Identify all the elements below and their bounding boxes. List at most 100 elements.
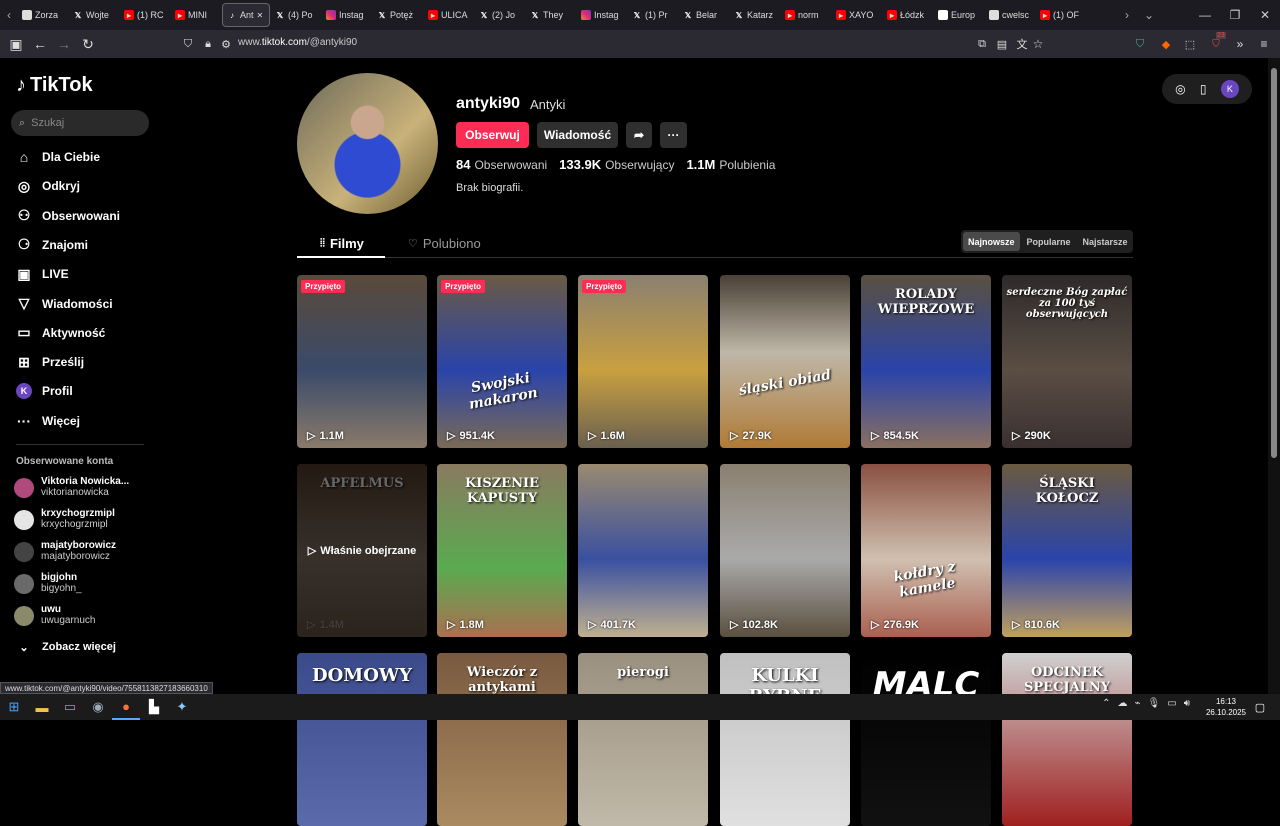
sidebar-item-messages[interactable]: ▽ Wiadomości — [16, 293, 113, 315]
sidebar-item-activity[interactable]: ▭ Aktywność — [16, 322, 105, 344]
video-thumbnail[interactable]: pierogi — [578, 653, 708, 826]
browser-tab[interactable]: 𝕏 Katarz — [730, 3, 780, 27]
restore-icon[interactable]: ❐ — [1220, 0, 1250, 30]
browser-tab[interactable]: 𝕏 They — [526, 3, 576, 27]
account-avatar[interactable]: K — [1220, 80, 1239, 98]
followed-account[interactable]: bigjohn bigyohn_ — [14, 572, 82, 595]
video-thumbnail[interactable]: APFELMUS▷1.4M▷Właśnie obejrzane — [297, 464, 427, 637]
share-button[interactable]: ➦ — [626, 122, 652, 148]
video-thumbnail[interactable]: ODCINEK SPECJALNY — [1002, 653, 1132, 826]
sidebar-item-more[interactable]: ··· Więcej — [16, 410, 80, 432]
cloud-icon[interactable]: ☁ — [1118, 698, 1128, 709]
search-box[interactable]: ⌕ — [11, 110, 149, 136]
browser-tab[interactable]: Instag — [322, 3, 372, 27]
sidebar-item-profile[interactable]: K Profil — [16, 380, 73, 402]
sort-popular-button[interactable]: Popularne — [1022, 232, 1076, 251]
mobile-icon[interactable]: ▯ — [1200, 82, 1207, 96]
follow-button[interactable]: Obserwuj — [456, 122, 529, 148]
following-stat[interactable]: 84 Obserwowani — [456, 157, 547, 172]
profile-avatar[interactable] — [297, 73, 438, 214]
browser-tab[interactable]: Instag — [577, 3, 627, 27]
notifications-icon[interactable]: ▢ — [1246, 694, 1274, 720]
video-thumbnail[interactable]: DOMOWY — [297, 653, 427, 826]
url-field[interactable]: www.tiktok.com/@antyki90 — [238, 37, 357, 48]
sort-oldest-button[interactable]: Najstarsze — [1078, 232, 1133, 251]
volume-icon[interactable]: 🔊︎ — [1184, 698, 1190, 709]
close-tab-icon[interactable]: ✕ — [257, 11, 264, 20]
sidebar-item-upload[interactable]: ⊞ Prześlij — [16, 351, 84, 373]
menu-icon[interactable]: ≡ — [1252, 32, 1276, 56]
browser-tab[interactable]: ♪ Ant ✕ — [222, 3, 270, 27]
browser-tab[interactable]: cwelsc — [985, 3, 1035, 27]
browser-tab[interactable]: ▸ ULICA — [424, 3, 474, 27]
sidebar-item-home[interactable]: ⌂ Dla Ciebie — [16, 146, 100, 168]
sidebar-item-compass[interactable]: ◎ Odkryj — [16, 175, 80, 197]
video-thumbnail[interactable]: serdeczne Bóg zapłać za 100 tyś obserwuj… — [1002, 275, 1132, 448]
microphone-icon[interactable]: 🎙︎ — [1148, 698, 1161, 709]
video-thumbnail[interactable]: Swojski makaron Przypięto ▷ 951.4K — [437, 275, 567, 448]
followers-stat[interactable]: 133.9K Obserwujący — [559, 157, 674, 172]
sidebar-item-friends[interactable]: ⚆ Znajomi — [16, 234, 88, 256]
notion-icon[interactable]: ▙ — [140, 694, 168, 720]
system-clock[interactable]: 16:13 26.10.2025 — [1206, 696, 1246, 718]
tabs-scroll-right-icon[interactable]: › — [1118, 8, 1136, 22]
minimize-icon[interactable]: — — [1190, 0, 1220, 30]
browser-tab[interactable]: 𝕏 Potęż — [373, 3, 423, 27]
video-thumbnail[interactable]: ROLADY WIEPRZOWE ▷ 854.5K — [861, 275, 991, 448]
video-thumbnail[interactable]: KISZENIE KAPUSTY ▷ 1.8M — [437, 464, 567, 637]
firefox-icon[interactable]: ● — [112, 694, 140, 720]
tab-videos[interactable]: ⦙⦙ Filmy — [320, 236, 364, 251]
windows-start-icon[interactable]: ⊞ — [0, 694, 28, 720]
browser-tab[interactable]: Europ — [934, 3, 984, 27]
bookmark-star-icon[interactable]: ☆ — [1026, 32, 1050, 56]
permissions-icon[interactable]: ⚙ — [214, 32, 238, 56]
browser-tab[interactable]: ▸ (1) RC — [120, 3, 170, 27]
file-explorer-icon[interactable]: ▬ — [28, 694, 56, 720]
page-scrollbar[interactable] — [1268, 58, 1280, 694]
video-thumbnail[interactable]: MALC — [861, 653, 991, 826]
close-window-icon[interactable]: ✕ — [1250, 0, 1280, 30]
forward-icon[interactable]: → — [52, 32, 76, 56]
search-input[interactable] — [31, 117, 132, 129]
browser-tab[interactable]: ▸ XAYO — [832, 3, 882, 27]
more-options-button[interactable]: ··· — [660, 122, 687, 148]
scrollbar-thumb[interactable] — [1271, 68, 1277, 458]
tray-expand-icon[interactable]: ⌃ — [1102, 698, 1110, 709]
video-thumbnail[interactable]: KULKI RYBNE — [720, 653, 850, 826]
browser-tab[interactable]: 𝕏 (2) Jo — [475, 3, 525, 27]
tab-liked[interactable]: ♡ Polubiono — [408, 236, 481, 251]
back-icon[interactable]: ← — [28, 32, 52, 56]
browser-tab[interactable]: Zorza — [18, 3, 68, 27]
extension-fox-icon[interactable]: ◆ — [1154, 32, 1178, 56]
sort-newest-button[interactable]: Najnowsze — [963, 232, 1020, 251]
sidebar-item-following[interactable]: ⚇ Obserwowani — [16, 205, 120, 227]
browser-tab[interactable]: 𝕏 Wojte — [69, 3, 119, 27]
video-thumbnail[interactable]: Przypięto ▷ 1.6M — [578, 275, 708, 448]
overflow-icon[interactable]: » — [1228, 32, 1252, 56]
extensions-icon[interactable]: ⬚ — [1178, 32, 1202, 56]
browser-tab[interactable]: ▸ norm — [781, 3, 831, 27]
followed-account[interactable]: krxychogrzmipl krxychogrzmipl — [14, 508, 115, 531]
followed-account[interactable]: uwu uwugarnuch — [14, 604, 95, 627]
followed-account[interactable]: majatyborowicz majatyborowicz — [14, 540, 116, 563]
browser-tab[interactable]: ▸ MINI — [171, 3, 221, 27]
browser-tab[interactable]: 𝕏 (4) Po — [271, 3, 321, 27]
video-thumbnail[interactable]: Wieczór z antykami — [437, 653, 567, 826]
browser-tab[interactable]: ▸ (1) OF — [1036, 3, 1086, 27]
usb-icon[interactable]: ⌁ — [1135, 698, 1141, 709]
message-button[interactable]: Wiadomość — [537, 122, 618, 148]
network-app-icon[interactable]: ✦ — [168, 694, 196, 720]
extension-shield-icon[interactable]: ⛉ — [1128, 32, 1152, 56]
sidebar-item-live[interactable]: ▣ LIVE — [16, 263, 68, 285]
video-thumbnail[interactable]: ▷ 102.8K — [720, 464, 850, 637]
see-more-button[interactable]: ⌄ Zobacz więcej — [16, 636, 116, 658]
tabs-scroll-left-icon[interactable]: ‹ — [0, 8, 18, 22]
video-thumbnail[interactable]: śląski obiad ▷ 27.9K — [720, 275, 850, 448]
compass-icon[interactable]: ◎ — [1175, 82, 1185, 96]
video-thumbnail[interactable]: ▷ 401.7K — [578, 464, 708, 637]
video-thumbnail[interactable]: kołdry z kamele ▷ 276.9K — [861, 464, 991, 637]
browser-tab[interactable]: 𝕏 Belar — [679, 3, 729, 27]
monitor-app-icon[interactable]: ▭ — [56, 694, 84, 720]
tiktok-logo[interactable]: ♪ TikTok — [16, 74, 93, 97]
video-thumbnail[interactable]: Przypięto ▷ 1.1M — [297, 275, 427, 448]
